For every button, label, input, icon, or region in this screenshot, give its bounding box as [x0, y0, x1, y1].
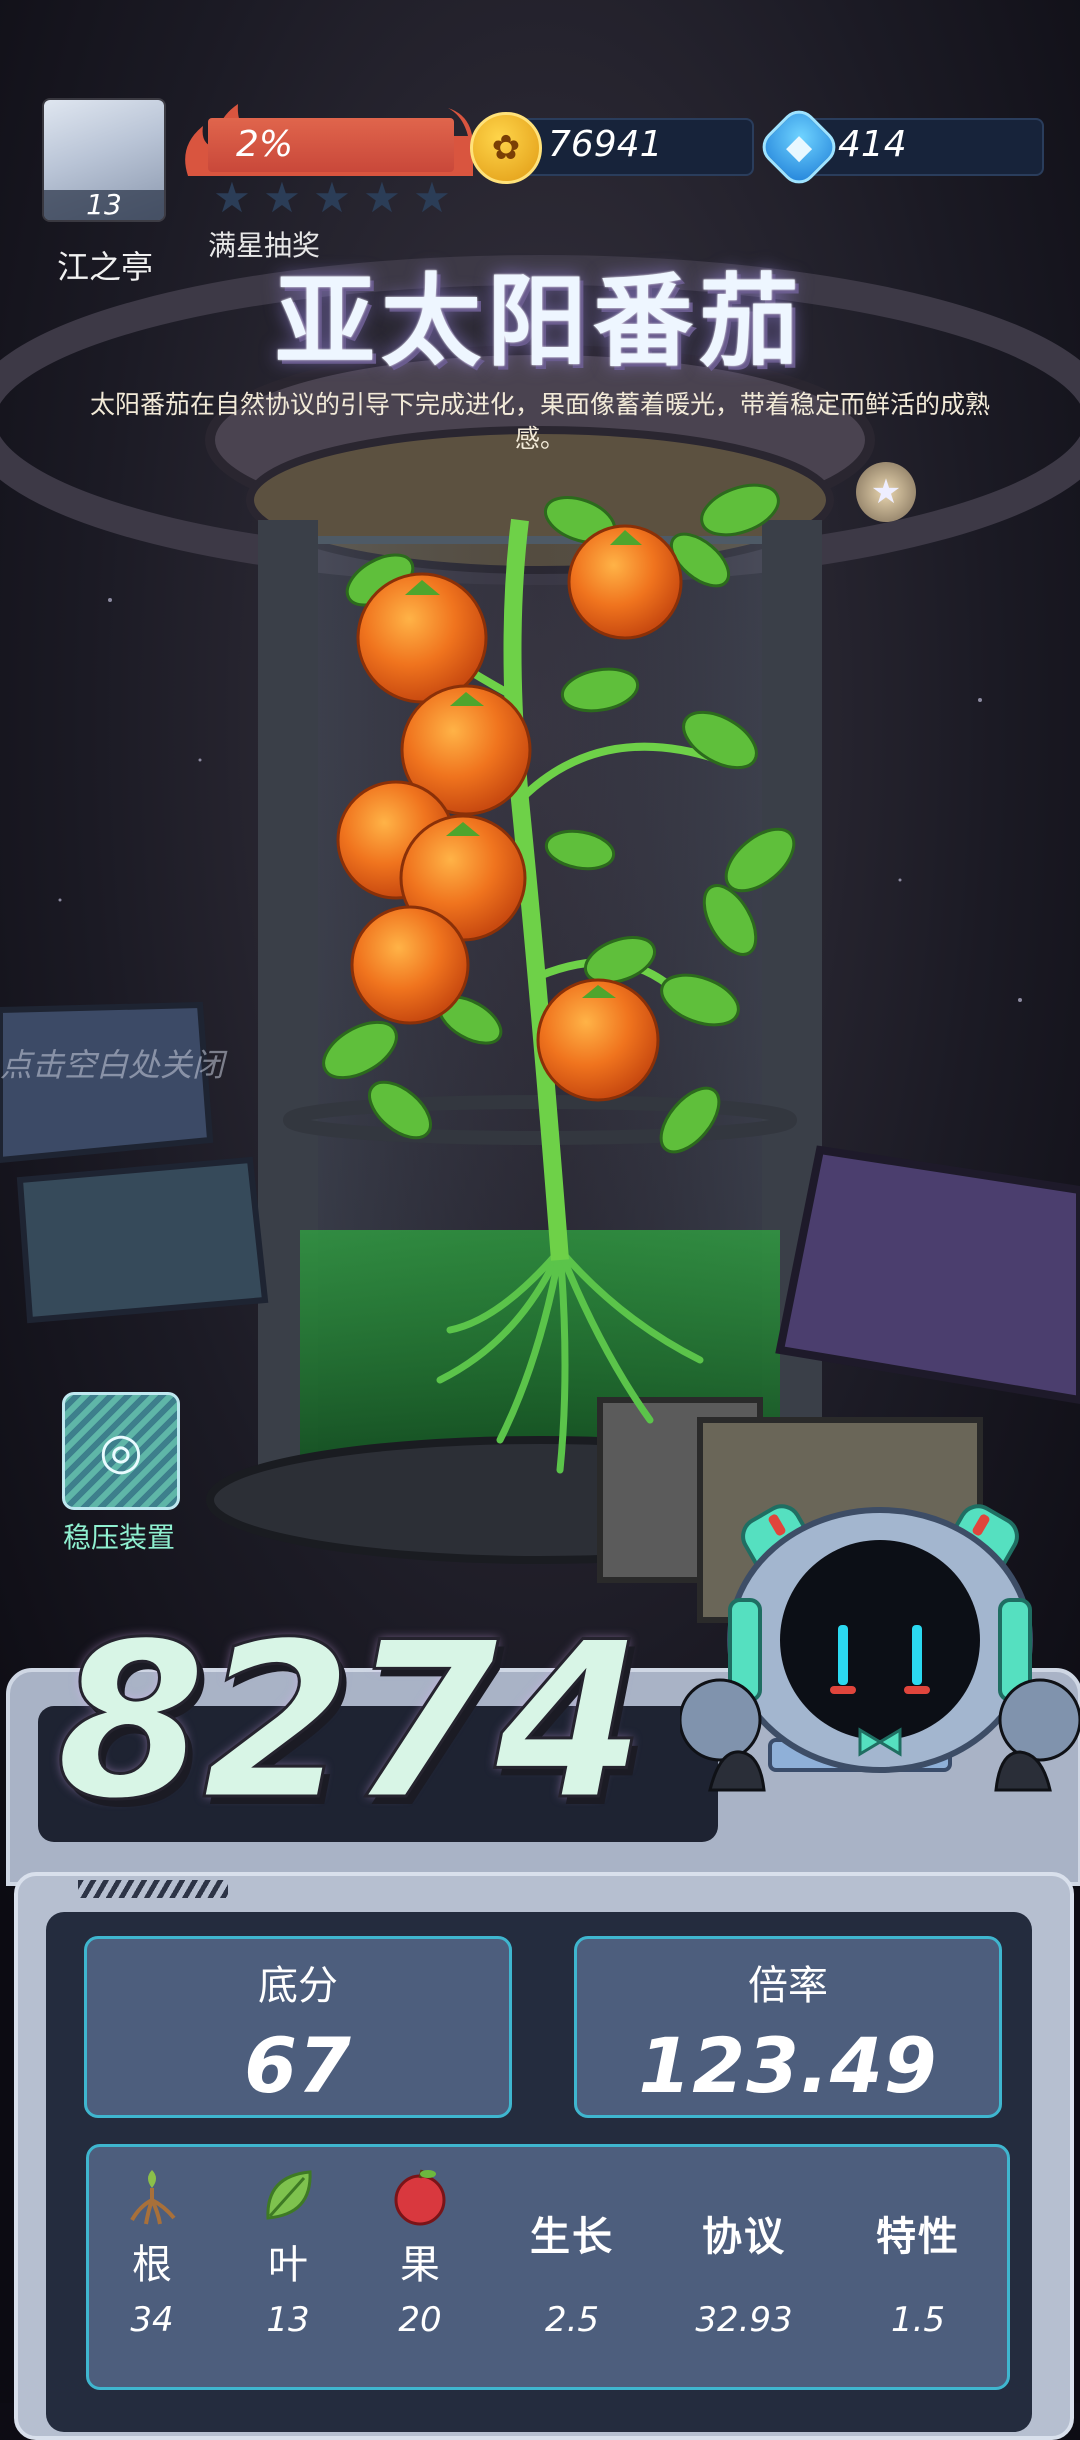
total-score: 8274: [54, 1595, 646, 1849]
multiplier-value: 123.49: [638, 2021, 938, 2110]
plant-title: 亚太阳番茄: [275, 262, 805, 380]
plant-description: 太阳番茄在自然协议的引导下完成进化，果面像蓄着暖光，带着稳定而鲜活的成熟感。: [89, 390, 990, 453]
gem-amount: 414: [838, 124, 907, 165]
attr-protocol-label: 协议: [702, 2214, 786, 2260]
attr-root-label: 根: [132, 2242, 172, 2288]
star-icon: ★: [313, 173, 351, 222]
multiplier-card: 倍率 123.49: [574, 1936, 1002, 2118]
base-score-label: 底分: [258, 1963, 338, 2009]
coin-amount: 76941: [548, 124, 663, 165]
attr-leaf-value: 13: [266, 2300, 310, 2340]
fruit-icon: [388, 2164, 452, 2228]
attr-root-value: 34: [130, 2300, 174, 2340]
stabilizer-icon: ◎: [99, 1422, 143, 1480]
attr-fruit: 果: [360, 2164, 480, 2290]
attr-growth: 生长: [512, 2164, 632, 2262]
player-avatar[interactable]: 13: [44, 100, 164, 220]
star-rating: ★ ★ ★ ★ ★: [210, 176, 460, 220]
base-score-value: 67: [244, 2021, 352, 2110]
attr-protocol-value: 32.93: [695, 2300, 793, 2340]
stabilizer-label: 稳压装置: [62, 1521, 175, 1554]
star-icon: ★: [363, 173, 401, 222]
attr-trait-label: 特性: [876, 2214, 960, 2260]
star-icon: ★: [413, 173, 451, 222]
gem-counter[interactable]: [800, 118, 1044, 176]
coin-icon: ✿: [470, 112, 542, 184]
attr-leaf: 叶: [228, 2164, 348, 2290]
stabilizer-button[interactable]: ◎: [62, 1392, 180, 1510]
attr-protocol: 协议: [684, 2164, 804, 2262]
attr-fruit-label: 果: [400, 2242, 440, 2288]
attr-fruit-value: 20: [398, 2300, 442, 2340]
player-level: 13: [44, 190, 164, 220]
leaf-icon: [256, 2164, 320, 2228]
attr-leaf-label: 叶: [268, 2242, 308, 2288]
star-icon: ★: [263, 173, 301, 222]
attr-trait-value: 1.5: [890, 2300, 946, 2340]
panel-stripes-decoration: [78, 1880, 228, 1898]
attr-growth-label: 生长: [530, 2214, 614, 2260]
attr-trait: 特性: [858, 2164, 978, 2262]
base-score-card: 底分 67: [84, 1936, 512, 2118]
attr-root: 根: [92, 2164, 212, 2290]
lottery-progress-percent: 2%: [236, 124, 294, 165]
root-icon: [120, 2164, 184, 2228]
attr-growth-value: 2.5: [544, 2300, 600, 2340]
tap-to-close-hint[interactable]: 点击空白处关闭: [0, 1040, 224, 1086]
multiplier-label: 倍率: [748, 1963, 828, 2009]
robot-mascot: [680, 1504, 1080, 1792]
star-icon: ★: [213, 173, 251, 222]
star-bubble-icon[interactable]: ★: [856, 462, 916, 522]
